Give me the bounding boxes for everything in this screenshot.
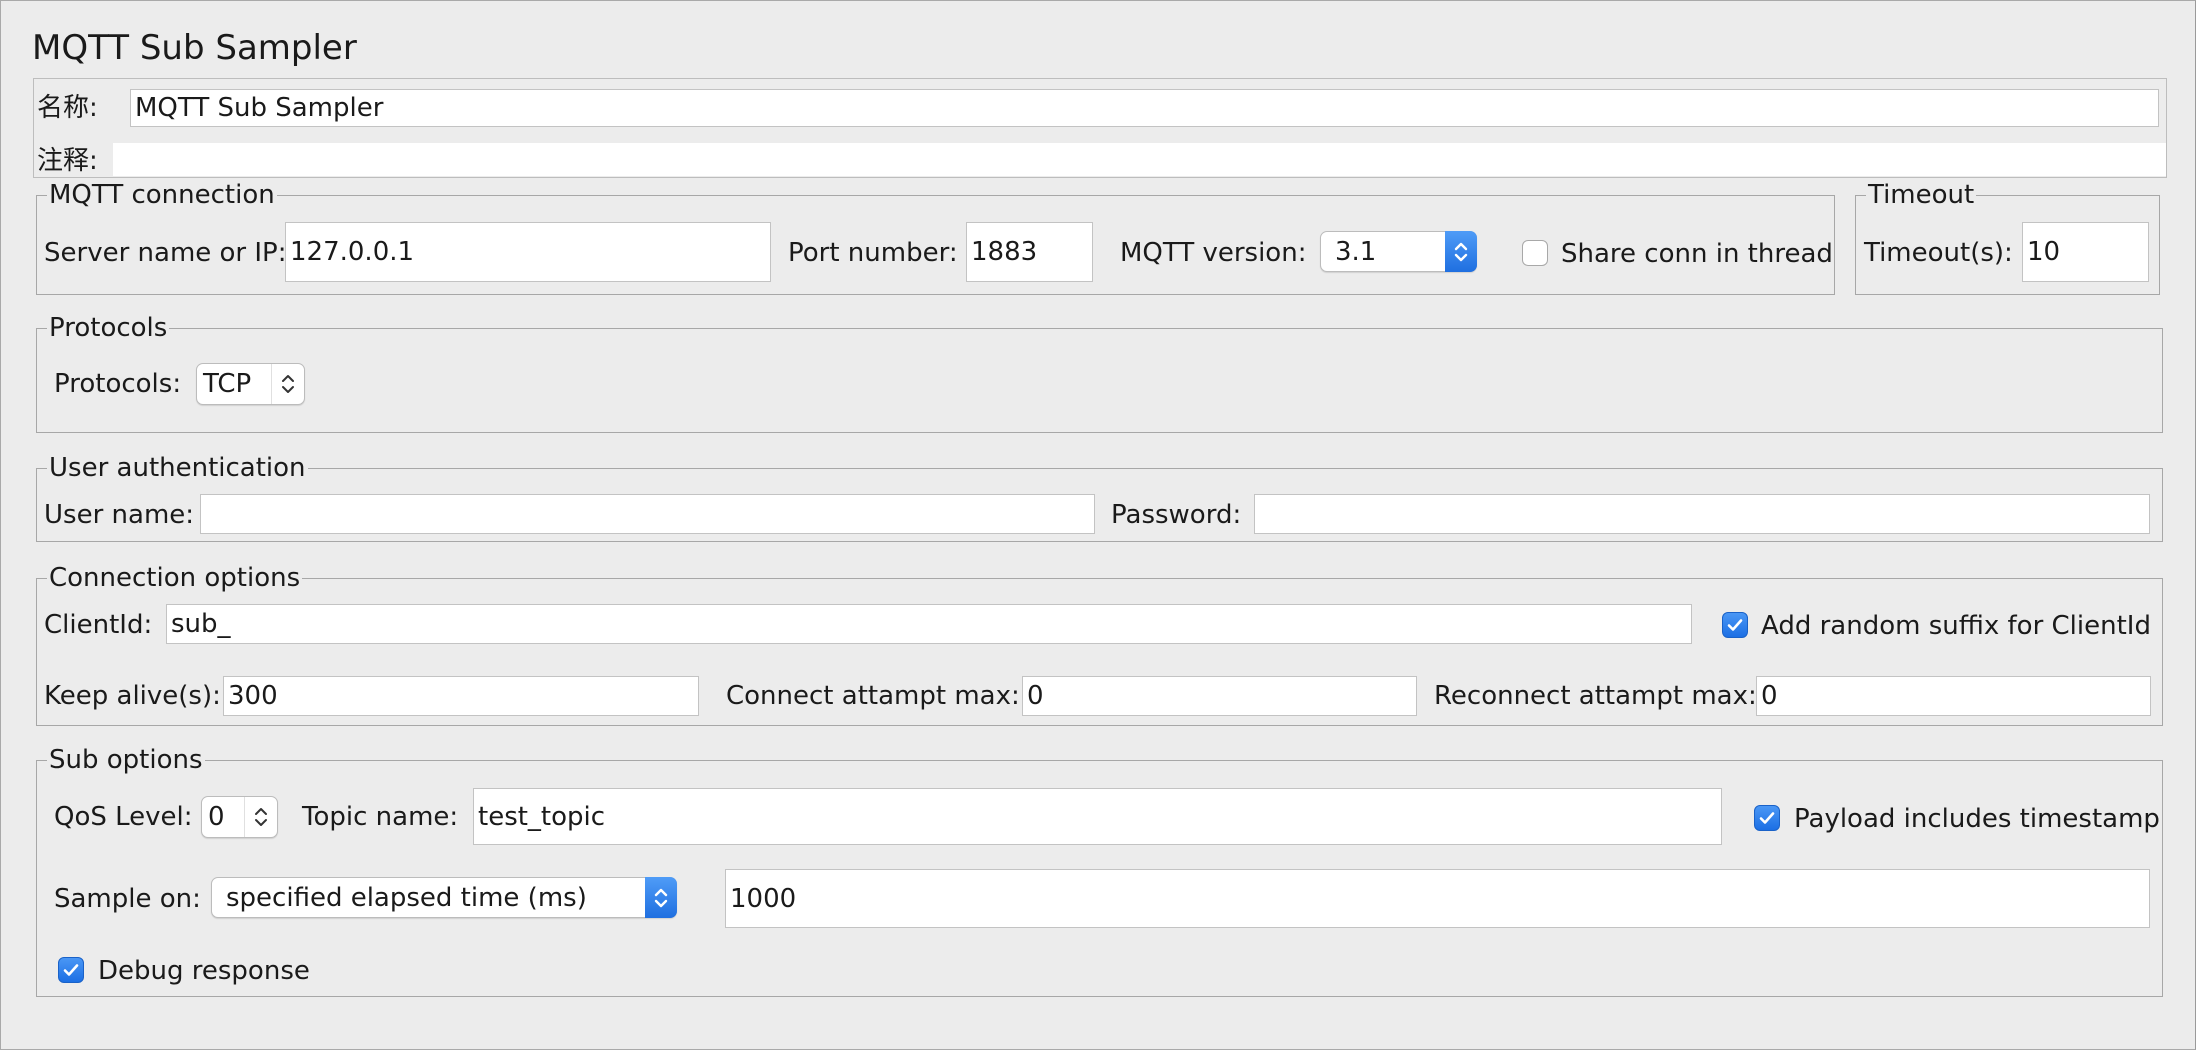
clientid-value: sub_ xyxy=(171,609,231,639)
server-input[interactable]: 127.0.0.1 xyxy=(285,222,771,282)
name-field[interactable]: MQTT Sub Sampler xyxy=(130,89,2159,127)
sample-on-select[interactable]: specified elapsed time (ms) xyxy=(211,877,677,918)
elapsed-time-input[interactable]: 1000 xyxy=(725,869,2150,928)
checkmark-icon xyxy=(63,964,79,976)
updown-arrows-icon xyxy=(645,877,677,918)
page-title: MQTT Sub Sampler xyxy=(32,28,357,68)
sub-options-legend: Sub options xyxy=(49,745,203,775)
server-value: 127.0.0.1 xyxy=(290,237,415,267)
qos-label: QoS Level: xyxy=(54,802,193,832)
protocols-select[interactable]: TCP xyxy=(196,363,305,405)
connect-max-label: Connect attampt max: xyxy=(726,681,1020,711)
timeout-input[interactable]: 10 xyxy=(2022,222,2149,282)
topic-input[interactable]: test_topic xyxy=(473,788,1722,845)
port-value: 1883 xyxy=(971,237,1038,267)
connection-options-legend: Connection options xyxy=(49,563,301,593)
qos-select[interactable]: 0 xyxy=(201,796,278,838)
reconnect-max-label: Reconnect attampt max: xyxy=(1434,681,1757,711)
random-suffix-label: Add random suffix for ClientId xyxy=(1761,611,2151,641)
timeout-legend: Timeout xyxy=(1868,180,1975,210)
server-label: Server name or IP: xyxy=(44,238,287,268)
name-label: 名称: xyxy=(37,93,98,123)
mqtt-version-select[interactable]: 3.1 xyxy=(1320,231,1477,272)
protocols-value: TCP xyxy=(203,369,252,399)
payload-timestamp-checkbox[interactable] xyxy=(1754,805,1780,831)
clientid-input[interactable]: sub_ xyxy=(166,604,1692,644)
checkmark-icon xyxy=(1727,619,1743,631)
topic-label: Topic name: xyxy=(302,802,459,832)
timeout-value: 10 xyxy=(2027,237,2061,267)
share-conn-label: Share conn in thread xyxy=(1561,239,1833,269)
share-conn-checkbox[interactable] xyxy=(1522,240,1548,266)
updown-arrows-icon xyxy=(1445,231,1477,272)
checkmark-icon xyxy=(1759,812,1775,824)
port-input[interactable]: 1883 xyxy=(966,222,1093,282)
keepalive-label: Keep alive(s): xyxy=(44,681,221,711)
debug-response-label: Debug response xyxy=(98,956,310,986)
updown-arrows-icon xyxy=(271,364,304,404)
reconnect-max-value: 0 xyxy=(1761,681,1778,711)
username-label: User name: xyxy=(44,500,195,530)
mqtt-connection-legend: MQTT connection xyxy=(49,180,275,210)
comment-label: 注释: xyxy=(37,146,98,176)
payload-timestamp-label: Payload includes timestamp xyxy=(1794,804,2160,834)
name-value: MQTT Sub Sampler xyxy=(135,93,384,123)
debug-response-checkbox[interactable] xyxy=(58,957,84,983)
timeout-label: Timeout(s): xyxy=(1864,238,2013,268)
topic-value: test_topic xyxy=(478,801,606,832)
protocols-legend: Protocols xyxy=(49,313,168,343)
port-label: Port number: xyxy=(788,238,958,268)
sample-on-value: specified elapsed time (ms) xyxy=(226,882,587,913)
keepalive-value: 300 xyxy=(228,681,278,711)
password-label: Password: xyxy=(1111,500,1242,530)
elapsed-value: 1000 xyxy=(730,883,797,914)
clientid-label: ClientId: xyxy=(44,610,153,640)
username-input[interactable] xyxy=(200,494,1095,534)
keepalive-input[interactable]: 300 xyxy=(223,676,699,716)
protocols-group: Protocols xyxy=(36,313,2163,433)
protocols-label: Protocols: xyxy=(54,369,182,399)
version-label: MQTT version: xyxy=(1120,238,1307,268)
updown-arrows-icon xyxy=(244,797,277,837)
connect-max-input[interactable]: 0 xyxy=(1022,676,1417,716)
random-suffix-checkbox[interactable] xyxy=(1722,612,1748,638)
qos-value: 0 xyxy=(208,802,225,832)
connect-max-value: 0 xyxy=(1027,681,1044,711)
reconnect-max-input[interactable]: 0 xyxy=(1756,676,2151,716)
sample-on-label: Sample on: xyxy=(54,884,201,914)
user-auth-legend: User authentication xyxy=(49,453,306,483)
password-input[interactable] xyxy=(1254,494,2150,534)
comment-field[interactable] xyxy=(113,143,2166,176)
